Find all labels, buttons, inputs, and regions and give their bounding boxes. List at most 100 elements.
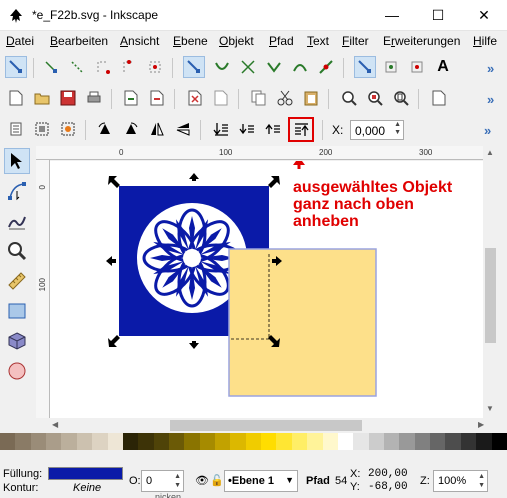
open-folder-icon[interactable] [31, 87, 53, 109]
redo-icon[interactable] [210, 87, 232, 109]
snap-others-icon[interactable] [354, 56, 376, 78]
lower-icon[interactable] [236, 118, 258, 140]
scroll-right-icon[interactable]: ▶ [478, 420, 484, 429]
palette-swatch[interactable] [476, 433, 492, 450]
opacity-field[interactable]: 0 ▲ ▼ [141, 470, 184, 492]
palette-swatch[interactable] [291, 433, 308, 450]
snap-bbox-edge-icon[interactable] [66, 56, 88, 78]
horizontal-scroll-thumb[interactable] [170, 420, 362, 431]
palette-swatch[interactable] [0, 433, 16, 450]
horizontal-scrollbar[interactable]: ◀ ▶ [50, 418, 490, 433]
import-icon[interactable] [120, 87, 142, 109]
palette-swatch[interactable] [399, 433, 415, 450]
palette-swatch[interactable] [76, 433, 93, 450]
cut-icon[interactable] [274, 87, 296, 109]
snap-bbox-icon[interactable] [40, 56, 62, 78]
palette-swatch[interactable] [445, 433, 461, 450]
palette-swatch[interactable] [322, 433, 338, 450]
flip-horizontal-icon[interactable] [146, 118, 168, 140]
snap-smooth-icon[interactable] [289, 56, 311, 78]
select-all-layers-icon[interactable] [31, 118, 53, 140]
layer-dropdown[interactable]: •Ebene 1 ▼ [224, 470, 298, 492]
rotate-ccw-icon[interactable] [94, 118, 116, 140]
flip-vertical-icon[interactable] [172, 118, 194, 140]
zoom-drawing-icon[interactable] [364, 87, 386, 109]
snap-rotation-center-icon[interactable] [406, 56, 428, 78]
hide-layer-icon[interactable]: 👁 [195, 474, 209, 487]
snap-text-baseline-icon[interactable]: A [432, 56, 454, 78]
palette-swatch[interactable] [168, 433, 185, 450]
menu-filter[interactable]: Filter [342, 34, 369, 48]
zoom-spin-icon[interactable]: ▲ ▼ [478, 472, 485, 490]
undo-icon[interactable] [184, 87, 206, 109]
palette-swatch[interactable] [153, 433, 169, 450]
deselect-icon[interactable] [57, 118, 79, 140]
palette-swatch[interactable] [307, 433, 323, 450]
palette-swatch[interactable] [414, 433, 431, 450]
snap-intersection-icon[interactable] [237, 56, 259, 78]
zoom-tool-icon[interactable] [4, 238, 30, 264]
maximize-button[interactable]: ☐ [415, 0, 461, 31]
drawing-canvas[interactable]: ausgewähltes Objekt ganz nach oben anheb… [50, 161, 491, 418]
export-icon[interactable] [146, 87, 168, 109]
selector-tool-icon[interactable] [4, 148, 30, 174]
tweak-tool-icon[interactable] [4, 208, 30, 234]
yellow-rectangle-object[interactable] [228, 248, 377, 397]
x-position-field[interactable]: 0,000 ▲ ▼ [350, 120, 404, 140]
snap-nodes-icon[interactable] [183, 56, 205, 78]
3d-box-tool-icon[interactable] [4, 328, 30, 354]
menu-pfad[interactable]: Pfad [269, 34, 294, 48]
vertical-scrollbar[interactable]: ▲ ▼ [483, 146, 498, 418]
palette-swatch[interactable] [61, 433, 77, 450]
snap-cusp-icon[interactable] [263, 56, 285, 78]
snap-bbox-corner-icon[interactable] [92, 56, 114, 78]
palette-swatch[interactable] [46, 433, 62, 450]
menu-ansicht[interactable]: Ansicht [120, 34, 159, 48]
palette-swatch[interactable] [261, 433, 277, 450]
palette-swatch[interactable] [383, 433, 400, 450]
fill-swatch[interactable] [48, 467, 123, 480]
menu-ebene[interactable]: Ebene [173, 34, 208, 48]
raise-icon[interactable] [262, 118, 284, 140]
menu-hilfe[interactable]: Hilfe [473, 34, 497, 48]
scroll-down-icon[interactable]: ▼ [486, 404, 494, 413]
vertical-ruler[interactable]: 0 100 [36, 160, 50, 418]
raise-to-top-button[interactable] [288, 117, 314, 142]
opacity-spin-icon[interactable]: ▲ ▼ [174, 472, 181, 490]
lock-layer-icon[interactable]: 🔓 [210, 474, 224, 487]
palette-swatch[interactable] [215, 433, 231, 450]
snap-toggle-icon[interactable] [5, 56, 27, 78]
palette-swatch[interactable] [107, 433, 123, 450]
palette-swatch[interactable] [460, 433, 477, 450]
zoom-field[interactable]: 100% ▲ ▼ [433, 470, 488, 492]
menu-erweiterungen[interactable]: Erweiterungen [383, 34, 460, 48]
lower-to-bottom-icon[interactable] [210, 118, 232, 140]
horizontal-ruler[interactable]: 0 100 200 300 [36, 146, 491, 160]
save-icon[interactable] [57, 87, 79, 109]
palette-swatch[interactable] [368, 433, 384, 450]
vertical-scroll-thumb[interactable] [485, 248, 496, 343]
snap-bbox-mid-icon[interactable] [118, 56, 140, 78]
measure-tool-icon[interactable] [4, 268, 30, 294]
minimize-button[interactable]: — [369, 0, 415, 31]
palette-swatch[interactable] [30, 433, 47, 450]
snap-center-icon[interactable] [380, 56, 402, 78]
snap-midpoint-icon[interactable] [315, 56, 337, 78]
rotate-cw-icon[interactable] [120, 118, 142, 140]
palette-swatch[interactable] [92, 433, 108, 450]
x-position-spin-icon[interactable]: ▲ ▼ [394, 121, 401, 137]
palette-swatch[interactable] [138, 433, 154, 450]
palette-swatch[interactable] [430, 433, 446, 450]
palette-swatch[interactable] [353, 433, 369, 450]
rectangle-tool-icon[interactable] [4, 298, 30, 324]
scroll-up-icon[interactable]: ▲ [486, 148, 494, 157]
palette-swatch[interactable] [199, 433, 216, 450]
node-tool-icon[interactable] [4, 178, 30, 204]
snap-path-icon[interactable] [211, 56, 233, 78]
menu-bearbeiten[interactable]: Bearbeiten [50, 34, 108, 48]
copy-icon[interactable] [248, 87, 270, 109]
palette-swatch[interactable] [230, 433, 246, 450]
zoom-selection-icon[interactable] [338, 87, 360, 109]
scroll-left-icon[interactable]: ◀ [52, 420, 58, 429]
ellipse-tool-icon[interactable] [4, 358, 30, 384]
